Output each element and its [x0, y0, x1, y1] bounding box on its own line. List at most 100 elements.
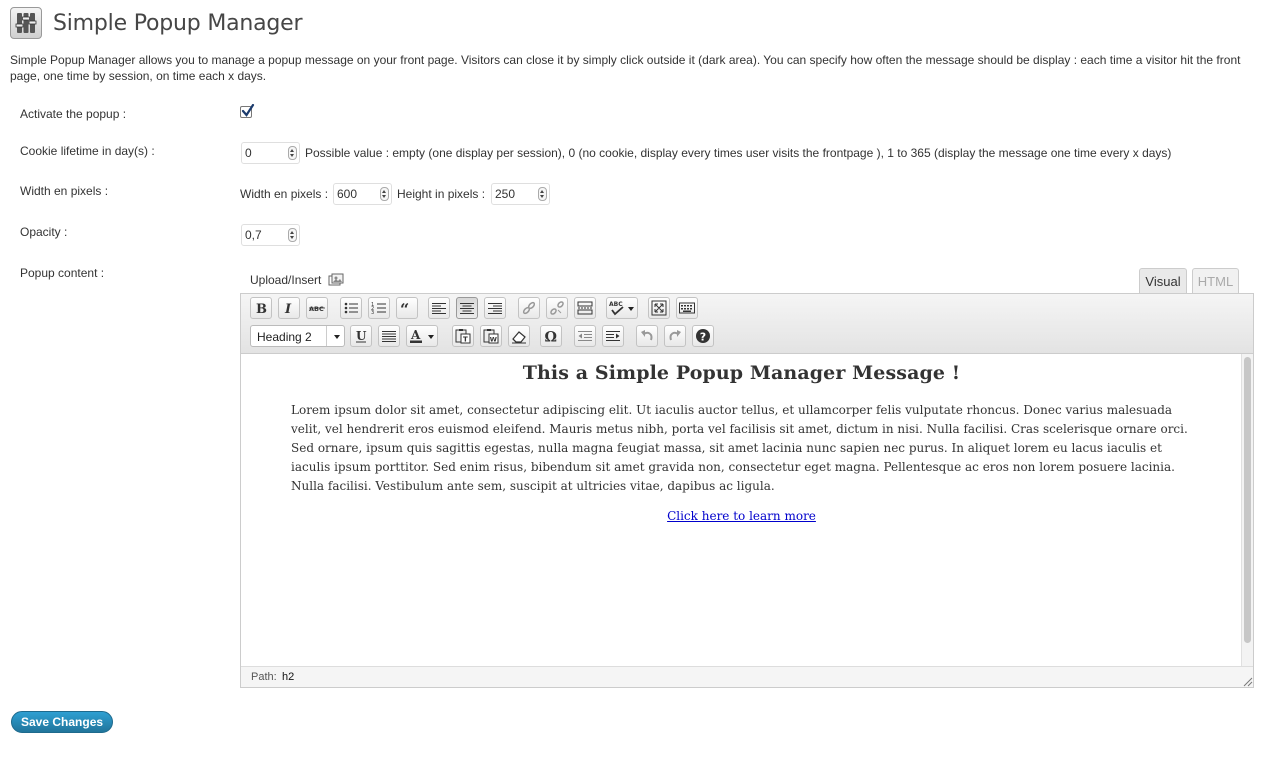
kitchen-sink-icon — [679, 302, 695, 314]
spinner-arrows-icon[interactable] — [538, 187, 547, 201]
italic-icon: I — [284, 302, 292, 316]
popup-body-text: Lorem ipsum dolor sit amet, consectetur … — [291, 403, 1188, 493]
align-left-button[interactable] — [428, 297, 450, 319]
upload-insert-text: Upload/Insert — [250, 273, 322, 287]
blockquote-icon: “ — [400, 300, 409, 316]
svg-text:3: 3 — [371, 310, 374, 316]
width-input[interactable]: 600 — [333, 183, 392, 205]
learn-more-link[interactable]: Click here to learn more — [667, 509, 816, 523]
popup-content-label: Popup content : — [20, 266, 105, 280]
opacity-value: 0,7 — [245, 228, 262, 242]
upload-insert-link[interactable]: Upload/Insert — [250, 273, 344, 287]
height-value: 250 — [495, 187, 516, 201]
chevron-down-icon[interactable] — [428, 335, 434, 339]
fullscreen-icon — [651, 300, 667, 316]
tab-html[interactable]: HTML — [1192, 268, 1239, 293]
strikethrough-button[interactable]: ABC — [306, 297, 328, 319]
page-title: Simple Popup Manager — [53, 10, 303, 36]
paste-text-button[interactable]: T — [452, 325, 474, 347]
editor-path-bar: Path: h2 — [241, 666, 1253, 687]
svg-text:?: ? — [700, 331, 706, 344]
fullscreen-button[interactable] — [648, 297, 670, 319]
editor-scrollbar[interactable] — [1241, 354, 1253, 667]
path-value[interactable]: h2 — [282, 671, 294, 683]
settings-sliders-icon — [10, 7, 42, 39]
cookie-lifetime-input[interactable]: 0 — [241, 142, 300, 164]
clear-formatting-button[interactable] — [508, 325, 530, 347]
checkmark-icon — [241, 104, 255, 117]
spellcheck-button[interactable]: ABC — [606, 297, 638, 319]
paste-word-button[interactable]: W — [480, 325, 502, 347]
insert-more-tag-button[interactable] — [574, 297, 596, 319]
resize-handle-icon[interactable] — [1241, 675, 1253, 687]
align-center-button[interactable] — [456, 297, 478, 319]
special-character-button[interactable]: Ω — [540, 325, 562, 347]
scrollbar-thumb[interactable] — [1244, 357, 1251, 643]
undo-button[interactable] — [636, 325, 658, 347]
redo-button[interactable] — [664, 325, 686, 347]
indent-icon — [606, 331, 620, 341]
outdent-icon — [578, 331, 592, 341]
path-label: Path: — [251, 671, 277, 683]
cookie-label: Cookie lifetime in day(s) : — [20, 144, 155, 158]
format-select-value: Heading 2 — [257, 330, 312, 344]
unlink-icon — [550, 301, 564, 315]
insert-link-button[interactable] — [518, 297, 540, 319]
numbered-list-icon: 123 — [371, 302, 386, 316]
align-right-button[interactable] — [484, 297, 506, 319]
editor-toolbar: B I ABC 123 “ ABC Heading 2 U A T W Ω ? — [241, 294, 1253, 354]
cookie-lifetime-value: 0 — [245, 146, 252, 160]
paste-word-icon: W — [483, 329, 499, 344]
eraser-icon — [512, 331, 526, 344]
svg-text:Ω: Ω — [545, 330, 557, 345]
underline-icon: U — [356, 329, 367, 343]
help-icon: ? — [696, 329, 710, 344]
size-label: Width en pixels : — [20, 184, 109, 198]
activate-checkbox[interactable] — [240, 104, 255, 118]
numbered-list-button[interactable]: 123 — [368, 297, 390, 319]
spinner-arrows-icon[interactable] — [288, 228, 297, 242]
omega-icon: Ω — [545, 330, 557, 345]
strikethrough-icon: ABC — [309, 305, 325, 313]
bold-icon: B — [256, 302, 267, 316]
svg-text:B: B — [256, 302, 267, 316]
popup-heading: This a Simple Popup Manager Message ! — [522, 362, 961, 384]
underline-button[interactable]: U — [350, 325, 372, 347]
svg-text:ABC: ABC — [609, 301, 623, 308]
opacity-input[interactable]: 0,7 — [241, 224, 300, 246]
justify-button[interactable] — [378, 325, 400, 347]
kitchen-sink-button[interactable] — [676, 297, 698, 319]
svg-text:“: “ — [400, 300, 409, 316]
spinner-arrows-icon[interactable] — [380, 187, 389, 201]
height-label: Height in pixels : — [397, 187, 486, 201]
blockquote-button[interactable]: “ — [396, 297, 418, 319]
svg-text:W: W — [490, 336, 497, 344]
editor-content[interactable]: This a Simple Popup Manager Message ! Lo… — [241, 354, 1242, 667]
bold-button[interactable]: B — [250, 297, 272, 319]
width-value: 600 — [337, 187, 358, 201]
height-input[interactable]: 250 — [491, 183, 550, 205]
format-select[interactable]: Heading 2 — [250, 325, 345, 347]
text-color-button[interactable]: A — [406, 325, 438, 347]
bullet-list-icon — [344, 302, 358, 314]
chevron-down-icon[interactable] — [628, 307, 634, 311]
svg-text:I: I — [284, 302, 292, 316]
save-changes-button[interactable]: Save Changes — [11, 711, 114, 733]
svg-text:ABC: ABC — [309, 305, 324, 313]
chevron-down-icon[interactable] — [334, 335, 340, 339]
text-color-icon: A — [410, 328, 422, 343]
redo-icon — [669, 330, 681, 341]
tab-visual[interactable]: Visual — [1139, 268, 1187, 293]
help-button[interactable]: ? — [692, 325, 714, 347]
bullet-list-button[interactable] — [340, 297, 362, 319]
spellcheck-icon: ABC — [609, 301, 624, 316]
indent-button[interactable] — [602, 325, 624, 347]
opacity-label: Opacity : — [20, 225, 68, 239]
italic-button[interactable]: I — [278, 297, 300, 319]
outdent-button[interactable] — [574, 325, 596, 347]
undo-icon — [641, 330, 653, 341]
width-label: Width en pixels : — [240, 187, 329, 201]
add-media-icon[interactable] — [328, 273, 344, 287]
spinner-arrows-icon[interactable] — [288, 146, 297, 160]
unlink-button[interactable] — [546, 297, 568, 319]
